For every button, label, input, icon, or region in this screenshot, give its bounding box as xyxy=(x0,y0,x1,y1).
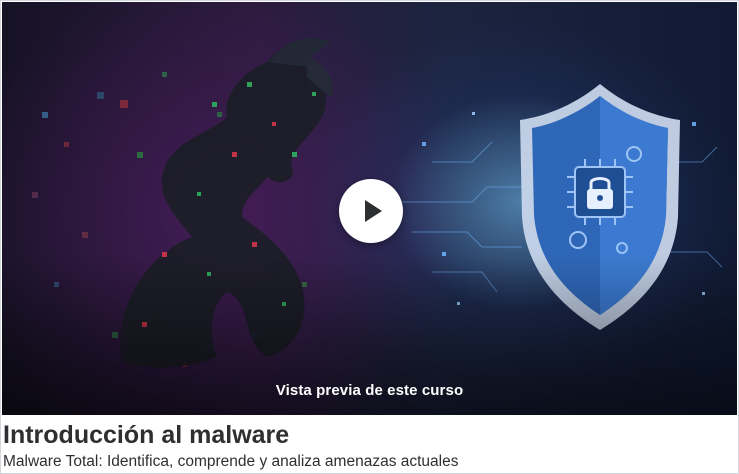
play-icon xyxy=(365,200,382,222)
play-button[interactable] xyxy=(339,179,403,243)
course-preview-card: Vista previa de este curso Introducción … xyxy=(0,0,739,474)
course-preview-video[interactable]: Vista previa de este curso xyxy=(2,2,737,415)
preview-label[interactable]: Vista previa de este curso xyxy=(2,382,737,399)
course-subtitle: Malware Total: Identifica, comprende y a… xyxy=(3,453,459,470)
course-title: Introducción al malware xyxy=(3,421,290,449)
